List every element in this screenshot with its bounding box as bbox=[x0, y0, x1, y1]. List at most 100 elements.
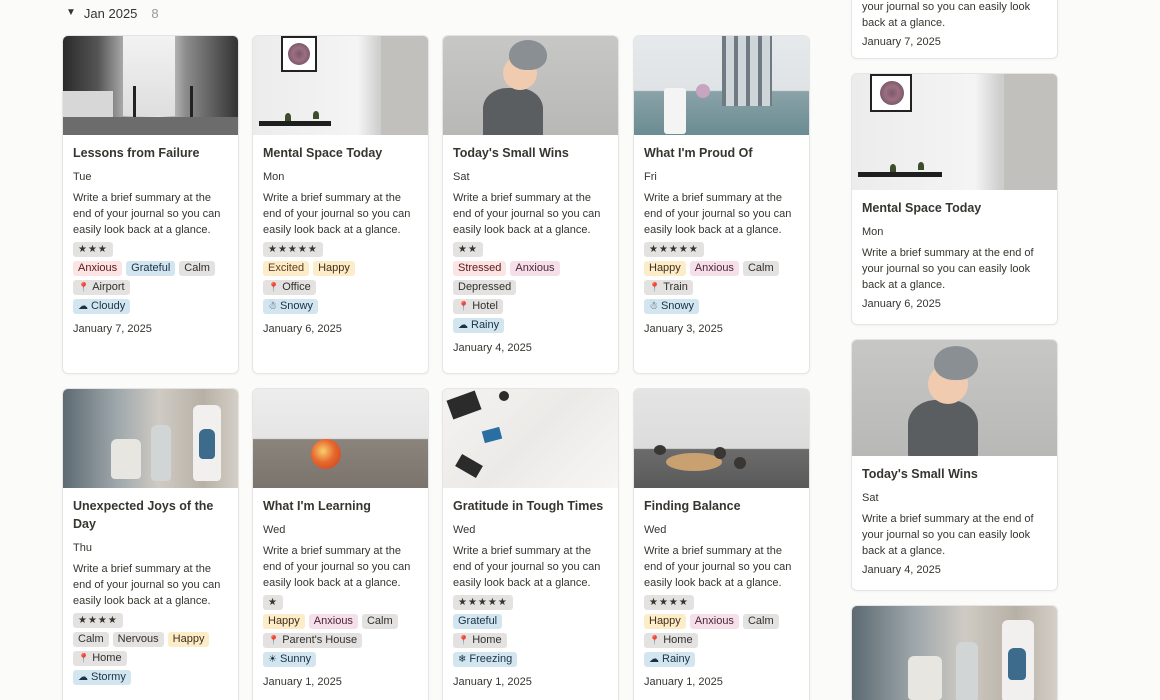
location-pin-icon: 📍 bbox=[649, 282, 661, 292]
location-pin-icon: 📍 bbox=[458, 635, 470, 645]
weather-tag: ☁ Rainy bbox=[644, 652, 696, 667]
mood-tag: Calm bbox=[179, 261, 215, 276]
location-tag: 📍 Parent's House bbox=[263, 633, 363, 648]
mood-tag: Calm bbox=[361, 614, 398, 629]
card-title: Today's Small Wins bbox=[453, 146, 569, 160]
card-day: Wed bbox=[453, 524, 476, 536]
mood-tag: Happy bbox=[644, 614, 686, 629]
card-date: January 7, 2025 bbox=[73, 323, 152, 335]
cover-image bbox=[634, 36, 809, 135]
cover-image bbox=[253, 36, 428, 135]
card-summary: Write a brief summary at the end of your… bbox=[73, 563, 221, 607]
journal-card[interactable]: Mental Space Today Mon Write a brief sum… bbox=[252, 35, 429, 374]
location-tag: 📍 Home bbox=[73, 651, 127, 666]
card-day: Mon bbox=[862, 226, 884, 238]
card-date: January 6, 2025 bbox=[263, 323, 342, 335]
mood-tags: Anxious Grateful Calm bbox=[73, 261, 228, 276]
cover-image bbox=[852, 74, 1057, 190]
journal-card[interactable]: Unexpected Joys of the Day Thu Write a b… bbox=[62, 388, 239, 700]
card-date: January 1, 2025 bbox=[453, 676, 532, 688]
journal-card[interactable]: What I'm Learning Wed Write a brief summ… bbox=[252, 388, 429, 700]
card-date: January 3, 2025 bbox=[644, 323, 723, 335]
side-journal-card[interactable]: Mental Space Today Mon Write a brief sum… bbox=[851, 73, 1058, 325]
mood-tag: Anxious bbox=[510, 261, 560, 276]
mood-tag: Calm bbox=[73, 632, 109, 647]
cover-image bbox=[443, 36, 618, 135]
mood-tag: Happy bbox=[313, 261, 355, 276]
card-summary: your journal so you can easily look back… bbox=[862, 1, 1031, 29]
weather-icon: ☁ bbox=[458, 320, 468, 331]
cover-image bbox=[852, 606, 1057, 700]
rating-badge: ★★★★★ bbox=[644, 242, 704, 257]
location-pin-icon: 📍 bbox=[268, 282, 280, 292]
weather-tag: ❄ Freezing bbox=[453, 652, 518, 667]
card-summary: Write a brief summary at the end of your… bbox=[644, 545, 792, 589]
mood-tags: Grateful bbox=[453, 614, 608, 629]
weather-tag: ☃ Snowy bbox=[644, 299, 699, 314]
rating-badge: ★★★ bbox=[73, 242, 113, 257]
weather-tag: ☁ Cloudy bbox=[73, 299, 131, 314]
card-summary: Write a brief summary at the end of your… bbox=[862, 247, 1034, 291]
location-pin-icon: 📍 bbox=[78, 653, 90, 663]
card-summary: Write a brief summary at the end of your… bbox=[453, 545, 601, 589]
location-pin-icon: 📍 bbox=[649, 635, 661, 645]
card-date: January 1, 2025 bbox=[644, 676, 723, 688]
card-summary: Write a brief summary at the end of your… bbox=[453, 192, 601, 236]
card-day: Fri bbox=[644, 171, 657, 183]
mood-tag: Depressed bbox=[453, 280, 517, 295]
card-title: What I'm Proud Of bbox=[644, 146, 753, 160]
mood-tags: Happy Anxious Calm bbox=[644, 614, 799, 629]
mood-tags: Happy Anxious Calm bbox=[644, 261, 799, 276]
weather-icon: ☃ bbox=[649, 301, 658, 312]
journal-card[interactable]: What I'm Proud Of Fri Write a brief summ… bbox=[633, 35, 810, 374]
weather-tag: ☁ Stormy bbox=[73, 670, 131, 685]
card-summary: Write a brief summary at the end of your… bbox=[862, 513, 1034, 557]
weather-icon: ☀ bbox=[268, 654, 277, 665]
location-tag: 📍 Office bbox=[263, 280, 316, 295]
weather-icon: ☁ bbox=[649, 654, 659, 665]
cover-image bbox=[634, 389, 809, 488]
card-day: Tue bbox=[73, 171, 92, 183]
side-journal-card[interactable] bbox=[851, 605, 1058, 700]
card-title: Unexpected Joys of the Day bbox=[73, 499, 214, 531]
mood-tag: Grateful bbox=[126, 261, 176, 276]
mood-tags: Stressed Anxious Depressed bbox=[453, 261, 608, 295]
card-summary: Write a brief summary at the end of your… bbox=[263, 545, 411, 589]
card-day: Thu bbox=[73, 542, 92, 554]
card-title: What I'm Learning bbox=[263, 499, 371, 513]
card-day: Sat bbox=[453, 171, 470, 183]
card-date: January 4, 2025 bbox=[862, 564, 941, 576]
weather-icon: ☁ bbox=[78, 301, 88, 312]
weather-tag: ☀ Sunny bbox=[263, 652, 317, 667]
cover-image bbox=[63, 389, 238, 488]
card-date: January 7, 2025 bbox=[862, 36, 941, 48]
mood-tag: Calm bbox=[742, 614, 779, 629]
location-tag: 📍 Airport bbox=[73, 280, 130, 295]
group-count: 8 bbox=[151, 5, 159, 21]
collapse-toggle-icon[interactable]: ▼ bbox=[66, 8, 76, 18]
mood-tag: Stressed bbox=[453, 261, 507, 276]
journal-card[interactable]: Gratitude in Tough Times Wed Write a bri… bbox=[442, 388, 619, 700]
location-pin-icon: 📍 bbox=[78, 282, 90, 292]
mood-tag: Excited bbox=[263, 261, 310, 276]
journal-card[interactable]: Finding Balance Wed Write a brief summar… bbox=[633, 388, 810, 700]
card-title: Lessons from Failure bbox=[73, 146, 200, 160]
group-title: Jan 2025 bbox=[83, 5, 138, 21]
card-summary: Write a brief summary at the end of your… bbox=[73, 192, 221, 236]
mood-tag: Happy bbox=[167, 632, 210, 647]
card-day: Mon bbox=[263, 171, 285, 183]
weather-tag: ☁ Rainy bbox=[453, 318, 505, 333]
mood-tag: Anxious bbox=[689, 614, 739, 629]
mood-tags: Excited Happy bbox=[263, 261, 418, 276]
rating-badge: ★★★★ bbox=[644, 595, 694, 610]
location-pin-icon: 📍 bbox=[268, 635, 280, 645]
journal-card[interactable]: Lessons from Failure Tue Write a brief s… bbox=[62, 35, 239, 374]
card-title: Finding Balance bbox=[644, 499, 741, 513]
weather-tag: ☃ Snowy bbox=[263, 299, 318, 314]
journal-card[interactable]: Today's Small Wins Sat Write a brief sum… bbox=[442, 35, 619, 374]
side-journal-card[interactable]: Today's Small Wins Sat Write a brief sum… bbox=[851, 339, 1058, 591]
side-journal-card[interactable]: your journal so you can easily look back… bbox=[851, 0, 1058, 59]
location-tag: 📍 Home bbox=[453, 633, 507, 648]
card-day: Wed bbox=[644, 524, 667, 536]
cover-image bbox=[63, 36, 238, 135]
